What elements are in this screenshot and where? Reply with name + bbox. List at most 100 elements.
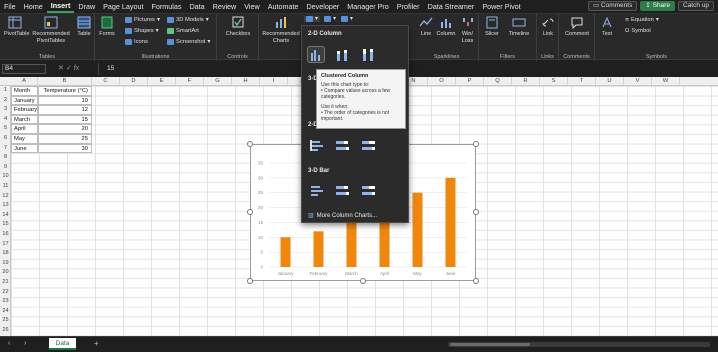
menu-tab-home[interactable]: Home <box>20 0 47 13</box>
column-header-H[interactable]: H <box>232 77 260 86</box>
comments-button[interactable]: ▭ Comments <box>587 1 638 11</box>
table-cell[interactable]: March <box>11 114 38 125</box>
100-stacked-column-option[interactable] <box>360 47 376 62</box>
column-header-E[interactable]: E <box>148 77 176 86</box>
column-header-G[interactable]: G <box>204 77 232 86</box>
screenshot-button[interactable]: Screenshot ▾ <box>167 39 210 45</box>
sparkline-line-button[interactable]: Line <box>418 16 434 38</box>
row-header-7[interactable]: 7 <box>0 144 11 154</box>
row-header-10[interactable]: 10 <box>0 172 11 182</box>
chart-resize-handle[interactable] <box>473 141 479 147</box>
menu-tab-page-layout[interactable]: Page Layout <box>99 0 147 13</box>
row-header-13[interactable]: 13 <box>0 201 11 211</box>
forms-button[interactable]: Forms <box>97 16 117 38</box>
table-cell[interactable]: April <box>11 124 38 134</box>
menu-tab-formulas[interactable]: Formulas <box>148 0 186 13</box>
menu-tab-draw[interactable]: Draw <box>74 0 99 13</box>
menu-tab-view[interactable]: View <box>240 0 263 13</box>
3d-100-stacked-bar-option[interactable] <box>360 183 376 198</box>
column-header-V[interactable]: V <box>624 77 652 86</box>
column-header-T[interactable]: T <box>568 77 596 86</box>
text-button[interactable]: Text <box>598 16 616 38</box>
pictures-button[interactable]: Pictures ▾ <box>125 17 160 23</box>
share-button[interactable]: ⇪ Share <box>640 1 675 11</box>
bar-june[interactable] <box>445 177 456 267</box>
column-header-Q[interactable]: Q <box>484 77 512 86</box>
insert-pie-chart-button[interactable]: ▾ <box>341 16 353 22</box>
horizontal-scrollbar[interactable] <box>448 342 710 347</box>
next-sheet-icon[interactable]: › <box>24 340 26 347</box>
column-header-A[interactable]: A <box>11 77 38 86</box>
menu-tab-data-streamer[interactable]: Data Streamer <box>424 0 479 13</box>
table-cell[interactable]: May <box>11 133 38 144</box>
column-header-B[interactable]: B <box>38 77 92 86</box>
confirm-icon[interactable]: ✓ <box>66 65 72 72</box>
column-header-S[interactable]: S <box>540 77 568 86</box>
row-header-6[interactable]: 6 <box>0 134 11 144</box>
stacked-bar-option[interactable] <box>334 138 350 153</box>
row-header-20[interactable]: 20 <box>0 268 11 278</box>
shapes-button[interactable]: Shapes ▾ <box>125 28 159 34</box>
row-header-11[interactable]: 11 <box>0 182 11 192</box>
menu-tab-profiler[interactable]: Profiler <box>393 0 424 13</box>
row-header-26[interactable]: 26 <box>0 326 11 336</box>
sheet-tab-data[interactable]: Data <box>49 338 76 350</box>
recommended-pivottables-button[interactable]: Recommended PivotTables <box>30 16 72 44</box>
3d-clustered-bar-option[interactable] <box>308 183 324 198</box>
table-cell[interactable]: 25 <box>38 133 92 144</box>
clustered-column-option[interactable] <box>307 46 325 63</box>
100-stacked-bar-option[interactable] <box>360 138 376 153</box>
name-box[interactable]: B4 <box>2 64 46 74</box>
menu-tab-data[interactable]: Data <box>185 0 208 13</box>
chart-resize-handle[interactable] <box>473 278 479 284</box>
prev-sheet-icon[interactable]: ‹ <box>8 340 10 347</box>
3d-models-button[interactable]: 3D Models ▾ <box>167 17 209 23</box>
chart-resize-handle[interactable] <box>473 209 479 215</box>
insert-hierarchy-chart-button[interactable]: ▾ <box>324 16 336 22</box>
table-cell[interactable]: June <box>11 143 38 154</box>
bar-january[interactable] <box>280 237 291 267</box>
menu-tab-power-pivot[interactable]: Power Pivot <box>478 0 524 13</box>
row-header-15[interactable]: 15 <box>0 220 11 230</box>
row-header-14[interactable]: 14 <box>0 211 11 221</box>
row-header-24[interactable]: 24 <box>0 307 11 317</box>
menu-tab-file[interactable]: File <box>0 0 20 13</box>
symbol-button[interactable]: Ω Symbol <box>625 28 651 34</box>
table-cell[interactable]: 15 <box>38 114 92 125</box>
row-header-2[interactable]: 2 <box>0 96 11 106</box>
table-cell[interactable]: February <box>11 105 38 115</box>
stacked-column-option[interactable] <box>334 47 350 62</box>
column-header-P[interactable]: P <box>456 77 484 86</box>
cancel-icon[interactable]: ✕ <box>58 65 64 72</box>
table-cell[interactable]: 20 <box>38 124 92 134</box>
more-column-charts-option[interactable]: ▥ More Column Charts... <box>308 212 377 220</box>
menu-tab-review[interactable]: Review <box>209 0 241 13</box>
menu-tab-manager-pro[interactable]: Manager Pro <box>343 0 393 13</box>
row-header-19[interactable]: 19 <box>0 259 11 269</box>
table-cell[interactable]: 10 <box>38 95 92 106</box>
row-header-23[interactable]: 23 <box>0 297 11 307</box>
table-cell[interactable]: 30 <box>38 143 92 154</box>
icons-button[interactable]: Icons <box>125 39 148 45</box>
clustered-bar-option[interactable] <box>308 138 324 153</box>
row-header-4[interactable]: 4 <box>0 115 11 125</box>
row-header-12[interactable]: 12 <box>0 192 11 202</box>
timeline-button[interactable]: Timeline <box>505 16 533 38</box>
row-header-3[interactable]: 3 <box>0 105 11 115</box>
3d-stacked-bar-option[interactable] <box>334 183 350 198</box>
table-header-cell[interactable]: Month <box>11 86 38 96</box>
chart-resize-handle[interactable] <box>247 141 253 147</box>
row-header-8[interactable]: 8 <box>0 153 11 163</box>
insert-column-chart-button[interactable]: ▾ <box>304 16 320 22</box>
chart-resize-handle[interactable] <box>360 278 366 284</box>
table-cell[interactable]: January <box>11 95 38 106</box>
row-header-17[interactable]: 17 <box>0 240 11 250</box>
bar-march[interactable] <box>346 222 357 267</box>
new-comment-button[interactable]: Comment <box>562 16 592 38</box>
equation-button[interactable]: π Equation ▾ <box>625 17 659 23</box>
pivottable-button[interactable]: PivotTable <box>4 16 29 38</box>
link-button[interactable]: Link <box>540 16 556 38</box>
row-header-1[interactable]: 1 <box>0 86 11 96</box>
table-cell[interactable]: 12 <box>38 105 92 115</box>
chart-resize-handle[interactable] <box>247 278 253 284</box>
